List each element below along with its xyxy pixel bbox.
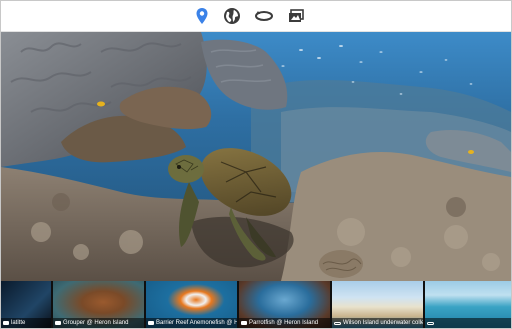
- camera-icon: [55, 321, 61, 325]
- thumbnail[interactable]: [425, 281, 511, 328]
- thumbnail-label: latitte: [11, 320, 26, 326]
- top-toolbar: [1, 1, 511, 32]
- panorama-icon: [334, 321, 341, 325]
- photo-gallery-icon[interactable]: [285, 5, 307, 27]
- thumbnail[interactable]: Barrier Reef Anemonefish @ Hero...: [146, 281, 237, 328]
- camera-icon: [148, 321, 154, 325]
- thumbnail-label: Barrier Reef Anemonefish @ Hero...: [156, 320, 237, 326]
- thumbnail-label: Parrotfish @ Heron Island: [249, 320, 319, 326]
- thumbnail[interactable]: latitte: [1, 281, 51, 328]
- globe-icon[interactable]: [221, 5, 243, 27]
- thumbnail-label: Grouper @ Heron Island: [63, 320, 129, 326]
- map-pin-icon[interactable]: [191, 5, 213, 27]
- thumbnail[interactable]: Grouper @ Heron Island: [53, 281, 144, 328]
- panorama-icon: [427, 321, 434, 325]
- street-view-viewer: latitte Grouper @ Heron Island Barrier R…: [0, 0, 512, 329]
- underwater-panorama[interactable]: [1, 32, 511, 281]
- camera-icon: [241, 321, 247, 325]
- thumbnail-label: Wilson Island underwater collect: [343, 320, 423, 326]
- 360-view-icon[interactable]: [253, 5, 275, 27]
- camera-icon: [3, 321, 9, 325]
- thumbnail[interactable]: Wilson Island underwater collect: [332, 281, 423, 328]
- photo-thumbnail-strip: latitte Grouper @ Heron Island Barrier R…: [1, 281, 511, 328]
- thumbnail-selected[interactable]: Parrotfish @ Heron Island: [239, 281, 330, 328]
